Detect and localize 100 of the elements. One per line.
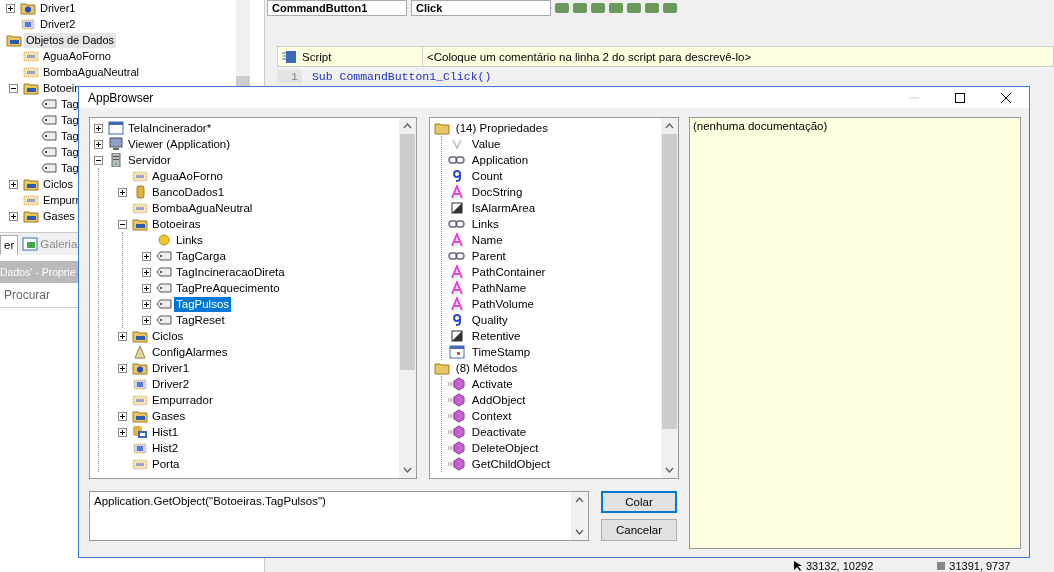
collapse-icon[interactable] <box>118 219 127 229</box>
expand-icon[interactable] <box>6 3 15 13</box>
tree-item[interactable]: Driver2 <box>150 376 192 392</box>
alarm-icon <box>132 345 148 359</box>
tree-item[interactable]: Ciclos <box>41 176 75 192</box>
tab[interactable]: er <box>0 235 19 255</box>
method-icon <box>447 377 466 391</box>
link-icon <box>447 217 466 231</box>
tree-item[interactable]: Driver1 <box>150 360 192 376</box>
calendar-icon <box>447 345 466 359</box>
member-item[interactable]: Deactivate <box>469 424 529 440</box>
tag-icon <box>156 313 172 327</box>
tree-item[interactable]: Driver1 <box>38 0 78 16</box>
tree-item[interactable]: Gases <box>150 408 188 424</box>
expand-icon[interactable] <box>142 315 151 325</box>
expand-icon[interactable] <box>142 283 151 293</box>
maximize-icon[interactable] <box>955 93 965 103</box>
tree-item[interactable]: Botoeiras <box>150 216 203 232</box>
group-label[interactable]: (8) Métodos <box>453 360 520 376</box>
member-item[interactable]: DeleteObject <box>469 440 541 456</box>
scrollbar[interactable] <box>398 118 416 478</box>
tree-item[interactable]: Viewer (Application) <box>126 136 233 152</box>
tree-item[interactable]: Tag <box>59 112 81 128</box>
member-item[interactable]: Value <box>469 136 503 152</box>
tree-item[interactable]: Tag <box>59 128 81 144</box>
member-item[interactable]: TimeStamp <box>469 344 533 360</box>
member-item[interactable]: Count <box>469 168 505 184</box>
script-icon <box>282 49 298 64</box>
folder-icon <box>23 81 39 95</box>
scrollbar[interactable] <box>571 492 588 540</box>
tree-item[interactable]: Links <box>174 232 205 248</box>
expand-icon[interactable] <box>9 211 18 221</box>
tree-item[interactable]: AguaAoForno <box>150 168 225 184</box>
close-icon[interactable] <box>1001 93 1011 103</box>
object-icon <box>132 441 148 455</box>
expand-icon[interactable] <box>142 251 151 261</box>
tree-item[interactable]: Empurrador <box>150 392 215 408</box>
tree-item[interactable]: Tag <box>59 160 81 176</box>
member-item[interactable]: PathVolume <box>469 296 536 312</box>
tree-item[interactable]: BombaAguaNeutral <box>150 200 255 216</box>
member-item[interactable]: IsAlarmArea <box>469 200 538 216</box>
tree-item[interactable]: Botoeir <box>41 80 80 96</box>
member-item[interactable]: Parent <box>469 248 508 264</box>
expand-icon[interactable] <box>142 267 151 277</box>
tree-item[interactable]: BombaAguaNeutral <box>41 64 141 80</box>
expand-icon[interactable] <box>118 427 127 437</box>
member-item[interactable]: Links <box>469 216 501 232</box>
member-item[interactable]: Activate <box>469 376 515 392</box>
expand-icon[interactable] <box>118 187 127 197</box>
event-dropdown[interactable]: Click <box>411 0 551 16</box>
tree-item[interactable]: Driver2 <box>38 16 78 32</box>
member-item[interactable]: GetChildObject <box>469 456 552 472</box>
tree-item[interactable]: AguaAoForno <box>41 48 113 64</box>
member-item[interactable]: Application <box>469 152 531 168</box>
expand-icon[interactable] <box>142 299 151 309</box>
tag-icon <box>41 161 57 175</box>
tree-item[interactable]: Servidor <box>126 152 173 168</box>
tree-item[interactable]: BancoDados1 <box>150 184 227 200</box>
collapse-icon[interactable] <box>94 155 103 165</box>
member-item[interactable]: PathName <box>469 280 529 296</box>
object-icon <box>20 17 36 31</box>
scrollbar[interactable] <box>661 118 678 478</box>
tag-icon <box>41 113 57 127</box>
tree-item[interactable]: TagPulsos <box>174 296 232 312</box>
folder-icon <box>132 217 148 231</box>
object-dropdown[interactable]: CommandButton1 <box>267 0 407 16</box>
tree-item[interactable]: Tag <box>59 96 81 112</box>
tree-item[interactable]: Tag <box>59 144 81 160</box>
tree-item[interactable]: Gases <box>41 208 77 224</box>
expand-icon[interactable] <box>118 363 127 373</box>
member-item[interactable]: AddObject <box>469 392 528 408</box>
expand-icon[interactable] <box>94 139 103 149</box>
tree-item[interactable]: TagReset <box>174 312 227 328</box>
tree-item[interactable]: Porta <box>150 456 182 472</box>
tree-item[interactable]: Ciclos <box>150 328 186 344</box>
member-item[interactable]: Retentive <box>469 328 523 344</box>
member-item[interactable]: Context <box>469 408 514 424</box>
tree-item[interactable]: Hist1 <box>150 424 181 440</box>
folder-icon <box>132 409 148 423</box>
tree-item[interactable]: Hist2 <box>150 440 181 456</box>
tree-item[interactable]: Objetos de Dados <box>24 32 117 48</box>
tree-item[interactable]: TelaIncinerador* <box>126 120 214 136</box>
expand-icon[interactable] <box>9 179 18 189</box>
group-label[interactable]: (14) Propriedades <box>453 120 550 136</box>
object-icon <box>132 457 148 471</box>
member-item[interactable]: PathContainer <box>469 264 548 280</box>
member-item[interactable]: Quality <box>469 312 510 328</box>
tree-item[interactable]: ConfigAlarmes <box>150 344 230 360</box>
member-item[interactable]: Name <box>469 232 505 248</box>
cancel-button[interactable]: Cancelar <box>601 519 677 541</box>
member-item[interactable]: DocString <box>469 184 525 200</box>
tree-item[interactable]: TagPreAquecimento <box>174 280 282 296</box>
expand-icon[interactable] <box>118 411 127 421</box>
tree-item[interactable]: Empurr <box>41 192 82 208</box>
collapse-icon[interactable] <box>9 83 18 93</box>
expand-icon[interactable] <box>94 123 103 133</box>
paste-button[interactable]: Colar <box>601 491 677 514</box>
method-icon <box>447 409 466 423</box>
tree-item[interactable]: TagCarga <box>174 248 228 264</box>
expand-icon[interactable] <box>118 331 127 341</box>
